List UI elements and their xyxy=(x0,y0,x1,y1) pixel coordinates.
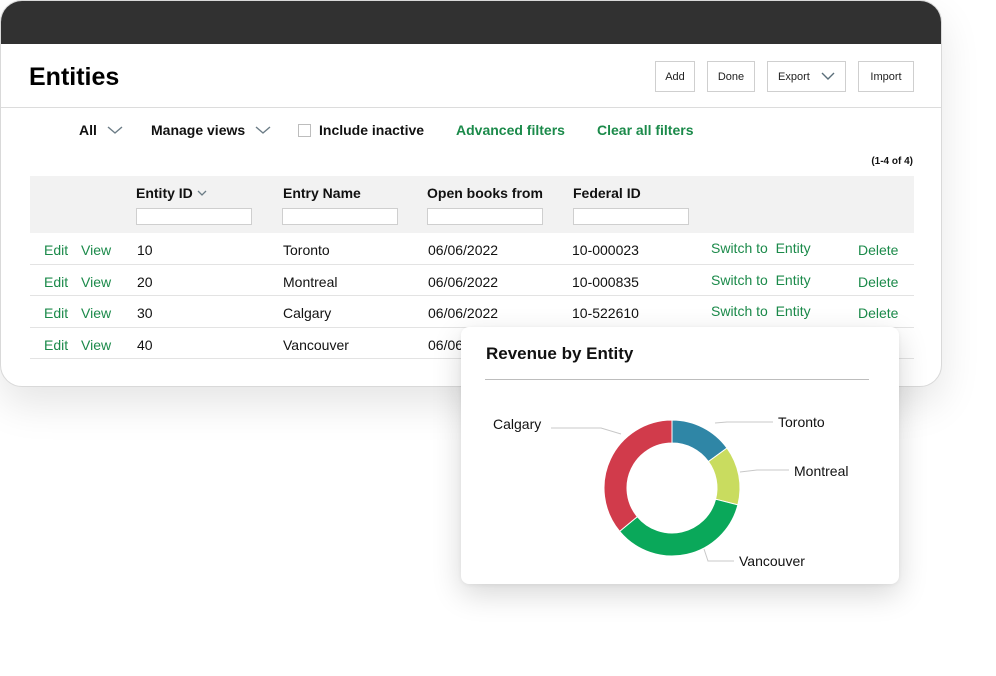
page-title: Entities xyxy=(29,63,120,91)
column-header-entry-name[interactable]: Entry Name xyxy=(283,185,361,201)
chevron-down-icon xyxy=(107,126,123,134)
leader-line xyxy=(714,421,773,424)
entry-name-cell: Toronto xyxy=(283,242,330,258)
include-inactive-checkbox[interactable]: Include inactive xyxy=(298,122,424,138)
switch-to-entity-link[interactable]: Switch to Entity xyxy=(711,240,811,256)
table-header: Entity ID Entry Name Open books from Fed… xyxy=(30,176,914,233)
edit-link[interactable]: Edit xyxy=(44,305,68,321)
federal-id-filter-input[interactable] xyxy=(573,208,689,225)
entity-id-cell: 40 xyxy=(137,336,153,353)
delete-link[interactable]: Delete xyxy=(858,242,898,258)
column-header-federal-id[interactable]: Federal ID xyxy=(573,185,641,201)
open-books-cell: 06/06/2022 xyxy=(428,305,499,321)
manage-views-dropdown[interactable]: Manage views xyxy=(151,122,271,138)
export-dropdown[interactable]: Export xyxy=(767,61,846,92)
open-books-cell: 06/06/2022 xyxy=(428,242,499,258)
entry-name-cell: Montreal xyxy=(283,273,338,290)
include-inactive-label: Include inactive xyxy=(319,122,425,138)
column-header-open-books[interactable]: Open books from xyxy=(427,185,543,201)
manage-views-label: Manage views xyxy=(151,122,246,138)
entry-name-cell: Calgary xyxy=(283,305,332,321)
federal-id-cell: 10-000023 xyxy=(572,242,639,258)
entry-name-filter-input[interactable] xyxy=(282,208,398,225)
advanced-filters-link[interactable]: Advanced filters xyxy=(456,122,565,138)
entity-id-cell: 30 xyxy=(137,305,153,321)
all-dropdown[interactable]: All xyxy=(79,122,123,138)
slice-label: Vancouver xyxy=(739,553,805,569)
leader-line xyxy=(739,469,789,473)
all-label: All xyxy=(79,122,97,138)
leader-line xyxy=(703,548,734,562)
filter-bar: All Manage views Include inactive Advanc… xyxy=(1,109,941,149)
donut-slice-calgary xyxy=(603,419,673,533)
switch-to-entity-link[interactable]: Switch to Entity xyxy=(711,272,811,288)
revenue-chart-card: Revenue by Entity Toronto Montreal Vancouv… xyxy=(461,327,899,584)
table-row: Edit View 10 Toronto 06/06/2022 10-00002… xyxy=(30,233,914,265)
table-row: Edit View 20 Montreal 06/06/2022 10-0008… xyxy=(30,265,914,296)
result-count: (1-4 of 4) xyxy=(871,156,913,167)
checkbox-box[interactable] xyxy=(298,123,311,137)
chevron-down-icon xyxy=(821,72,835,80)
slice-label: Montreal xyxy=(794,463,848,479)
edit-link[interactable]: Edit xyxy=(44,337,68,353)
entity-id-cell: 10 xyxy=(137,242,153,258)
federal-id-cell: 10-522610 xyxy=(572,305,639,321)
delete-link[interactable]: Delete xyxy=(858,274,898,290)
chevron-down-icon xyxy=(255,126,271,134)
add-button[interactable]: Add xyxy=(655,61,695,92)
clear-all-filters-link[interactable]: Clear all filters xyxy=(597,122,694,138)
open-books-filter-input[interactable] xyxy=(427,208,543,225)
leader-line xyxy=(551,427,622,435)
donut-chart: Toronto Montreal Vancouver Calgary xyxy=(493,414,848,569)
entity-id-filter-input[interactable] xyxy=(136,208,252,225)
view-link[interactable]: View xyxy=(81,242,111,258)
title-bar xyxy=(1,1,941,44)
view-link[interactable]: View xyxy=(81,337,111,353)
federal-id-cell: 10-000835 xyxy=(572,273,639,290)
edit-link[interactable]: Edit xyxy=(44,274,68,290)
view-link[interactable]: View xyxy=(81,274,111,290)
delete-link[interactable]: Delete xyxy=(858,305,898,321)
export-label: Export xyxy=(778,70,810,83)
page-header: Entities Add Done Export Import xyxy=(1,44,941,108)
donut-slice-vancouver xyxy=(618,498,739,557)
edit-link[interactable]: Edit xyxy=(44,242,68,258)
import-button[interactable]: Import xyxy=(858,61,914,92)
column-header-entity-id[interactable]: Entity ID xyxy=(136,185,208,201)
entry-name-cell: Vancouver xyxy=(283,336,349,353)
open-books-cell: 06/06/2022 xyxy=(428,273,499,290)
entity-id-cell: 20 xyxy=(137,273,153,290)
done-button[interactable]: Done xyxy=(707,61,755,92)
view-link[interactable]: View xyxy=(81,305,111,321)
switch-to-entity-link[interactable]: Switch to Entity xyxy=(711,303,811,319)
slice-label: Calgary xyxy=(493,416,541,432)
slice-label: Toronto xyxy=(778,414,825,430)
column-header-label: Entity ID xyxy=(136,185,193,201)
table-row: Edit View 30 Calgary 06/06/2022 10-52261… xyxy=(30,296,914,328)
sort-chevron-icon xyxy=(197,190,207,196)
